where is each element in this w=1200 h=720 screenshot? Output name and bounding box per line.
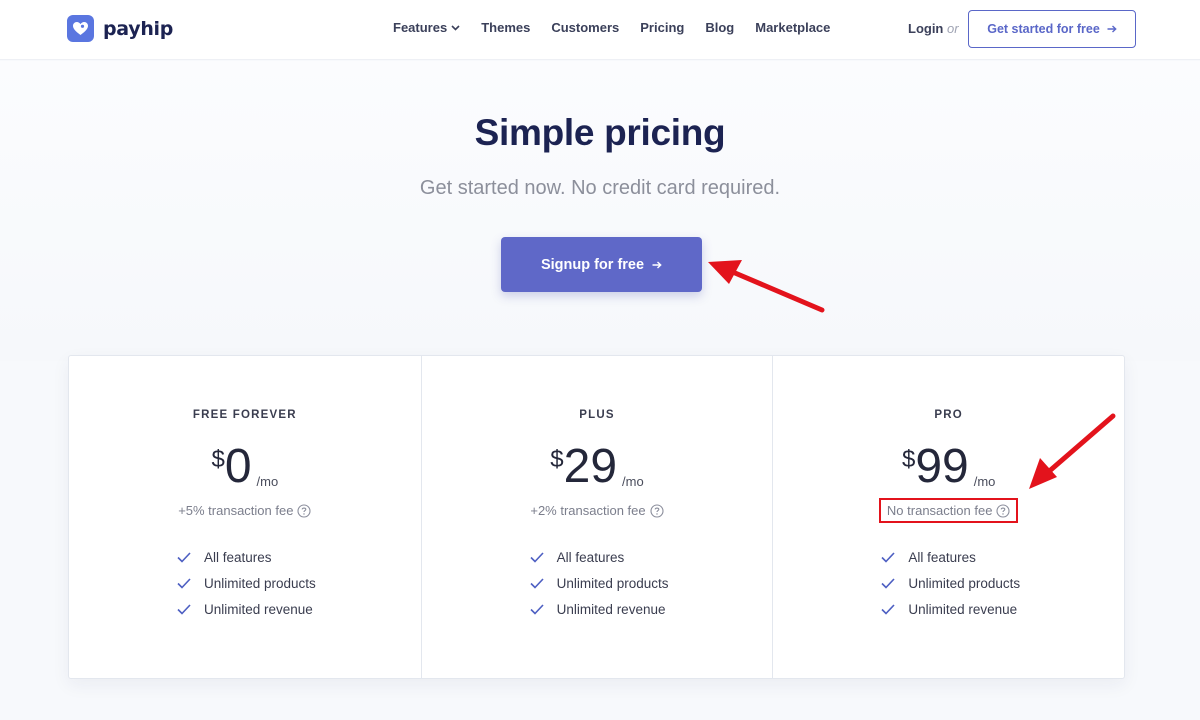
checkmark-icon bbox=[530, 577, 546, 589]
price-amount: 0 bbox=[224, 440, 252, 493]
transaction-fee-text: No transaction fee bbox=[886, 503, 993, 518]
highlight-box: No transaction fee bbox=[878, 498, 1019, 523]
help-circle-icon[interactable] bbox=[297, 503, 312, 518]
nav-item-blog[interactable]: Blog bbox=[705, 20, 734, 35]
checkmark-icon bbox=[177, 603, 193, 615]
arrow-right-icon bbox=[1107, 25, 1117, 33]
signup-label: Signup for free bbox=[540, 256, 645, 273]
checkmark-icon bbox=[881, 551, 897, 563]
list-item: Unlimited products bbox=[177, 570, 316, 596]
feature-list: All features Unlimited products Unlimite… bbox=[881, 544, 1020, 622]
hero-section bbox=[0, 61, 1200, 361]
logo-text: payhip bbox=[103, 17, 174, 40]
feature-label: All features bbox=[908, 549, 976, 565]
plan-card-plus: PLUS $ 29 /mo +2% transaction fee All fe… bbox=[420, 356, 773, 678]
checkmark-icon bbox=[881, 577, 897, 589]
feature-label: Unlimited revenue bbox=[556, 601, 666, 617]
page-subtitle: Get started now. No credit card required… bbox=[419, 177, 781, 199]
list-item: Unlimited products bbox=[881, 570, 1020, 596]
list-item: Unlimited revenue bbox=[881, 596, 1020, 622]
nav-item-pricing[interactable]: Pricing bbox=[640, 20, 684, 35]
plan-name: PRO bbox=[934, 409, 963, 421]
login-link[interactable]: Login bbox=[908, 21, 943, 36]
plan-price: $ 0 /mo bbox=[69, 440, 421, 493]
transaction-fee: +2% transaction fee bbox=[422, 503, 773, 518]
feature-label: Unlimited products bbox=[204, 575, 316, 591]
get-started-label: Get started for free bbox=[987, 22, 1100, 36]
checkmark-icon bbox=[177, 551, 193, 563]
feature-list: All features Unlimited products Unlimite… bbox=[177, 544, 316, 622]
nav-item-customers[interactable]: Customers bbox=[551, 20, 619, 35]
list-item: Unlimited revenue bbox=[177, 596, 316, 622]
price-period: /mo bbox=[973, 474, 996, 489]
checkmark-icon bbox=[530, 603, 546, 615]
list-item: All features bbox=[881, 544, 1020, 570]
list-item: Unlimited products bbox=[530, 570, 669, 596]
checkmark-icon bbox=[177, 577, 193, 589]
plan-name: PLUS bbox=[579, 409, 615, 421]
top-navbar: payhip Features Themes Customers Pricing… bbox=[0, 0, 1200, 60]
price-amount: 99 bbox=[915, 440, 969, 493]
or-separator: or bbox=[947, 21, 959, 36]
signup-button[interactable]: Signup for free bbox=[501, 237, 702, 292]
feature-label: Unlimited products bbox=[908, 575, 1021, 591]
list-item: Unlimited revenue bbox=[530, 596, 669, 622]
checkmark-icon bbox=[530, 551, 546, 563]
price-currency: $ bbox=[550, 446, 564, 473]
feature-label: Unlimited revenue bbox=[204, 601, 313, 617]
main-nav: Features Themes Customers Pricing Blog M… bbox=[393, 20, 851, 35]
feature-label: All features bbox=[204, 549, 272, 565]
list-item: All features bbox=[177, 544, 316, 570]
help-circle-icon[interactable] bbox=[996, 503, 1010, 518]
arrow-right-icon bbox=[652, 260, 662, 269]
price-currency: $ bbox=[901, 446, 916, 473]
feature-label: Unlimited revenue bbox=[908, 601, 1018, 617]
checkmark-icon bbox=[881, 603, 897, 615]
nav-item-features[interactable]: Features bbox=[393, 20, 460, 35]
nav-item-marketplace[interactable]: Marketplace bbox=[755, 20, 830, 35]
feature-list: All features Unlimited products Unlimite… bbox=[530, 544, 669, 622]
plan-card-free: FREE FOREVER $ 0 /mo +5% transaction fee… bbox=[69, 356, 421, 678]
price-currency: $ bbox=[211, 446, 225, 473]
transaction-fee: No transaction fee bbox=[773, 498, 1124, 523]
pricing-plans: FREE FOREVER $ 0 /mo +5% transaction fee… bbox=[68, 355, 1125, 679]
payhip-logo[interactable]: payhip bbox=[67, 15, 173, 42]
plan-price: $ 29 /mo bbox=[422, 440, 773, 493]
nav-item-themes[interactable]: Themes bbox=[481, 20, 530, 35]
plan-price: $ 99 /mo bbox=[773, 440, 1124, 493]
plan-card-pro: PRO $ 99 /mo No transaction fee All feat… bbox=[772, 356, 1124, 678]
feature-label: All features bbox=[556, 549, 625, 565]
logo-heart-tag-icon bbox=[67, 15, 94, 42]
help-circle-icon[interactable] bbox=[650, 503, 664, 518]
price-period: /mo bbox=[256, 474, 279, 489]
price-period: /mo bbox=[622, 474, 644, 489]
transaction-fee: +5% transaction fee bbox=[69, 503, 421, 518]
list-item: All features bbox=[530, 544, 669, 570]
transaction-fee-text: +5% transaction fee bbox=[178, 503, 294, 518]
feature-label: Unlimited products bbox=[556, 575, 669, 591]
page-title: Simple pricing bbox=[474, 112, 726, 153]
plan-name: FREE FOREVER bbox=[192, 409, 297, 421]
chevron-down-icon bbox=[451, 24, 460, 31]
transaction-fee-text: +2% transaction fee bbox=[530, 503, 646, 518]
nav-item-label: Features bbox=[393, 20, 448, 35]
get-started-button[interactable]: Get started for free bbox=[968, 10, 1136, 48]
price-amount: 29 bbox=[563, 440, 618, 493]
